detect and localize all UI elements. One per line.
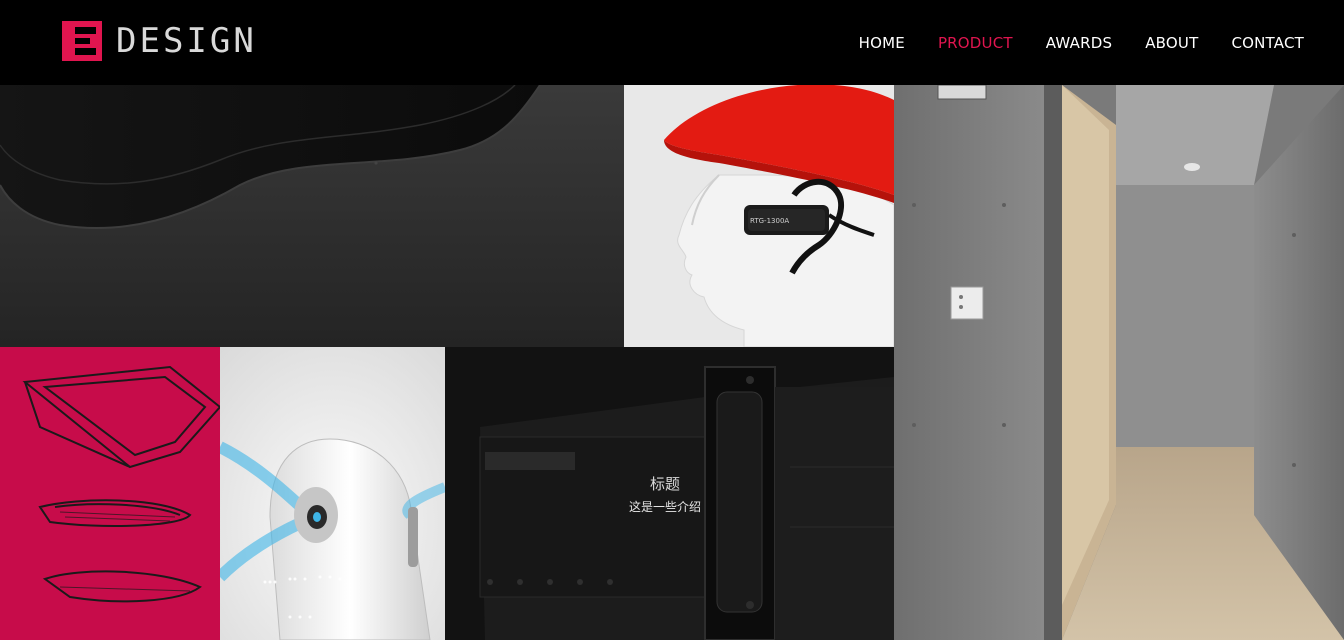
nav-contact[interactable]: CONTACT xyxy=(1231,34,1304,52)
gallery-tile-white-device[interactable] xyxy=(220,347,445,640)
logo-mark-icon xyxy=(62,21,102,61)
gallery-tile-dark-device[interactable] xyxy=(0,85,624,347)
dark-device-image xyxy=(0,85,624,347)
main-nav: HOME PRODUCT AWARDS ABOUT CONTACT xyxy=(859,0,1304,85)
tile-caption: 标题 这是一些介绍 xyxy=(585,473,745,515)
gallery-tile-rugged-case[interactable]: 标题 这是一些介绍 xyxy=(445,347,894,640)
nav-about[interactable]: ABOUT xyxy=(1145,34,1198,52)
corridor-image xyxy=(894,85,1344,640)
nav-awards[interactable]: AWARDS xyxy=(1046,34,1112,52)
caption-title: 标题 xyxy=(649,476,680,493)
sketch-image xyxy=(0,347,220,640)
logo-text: DESIGN xyxy=(116,21,257,61)
gallery-tile-helmet[interactable]: RTG-1300A xyxy=(624,85,894,347)
earpiece-label: RTG-1300A xyxy=(750,217,789,225)
site-header: DESIGN HOME PRODUCT AWARDS ABOUT CONTACT xyxy=(0,0,1344,85)
white-device-image xyxy=(220,347,445,640)
helmet-image: RTG-1300A xyxy=(624,85,894,347)
nav-product[interactable]: PRODUCT xyxy=(938,34,1013,52)
gallery-tile-corridor[interactable] xyxy=(894,85,1344,640)
nav-home[interactable]: HOME xyxy=(859,34,905,52)
caption-subtitle: 这是一些介绍 xyxy=(628,500,701,514)
site-logo[interactable]: DESIGN xyxy=(62,21,257,61)
gallery-tile-sketch[interactable] xyxy=(0,347,220,640)
